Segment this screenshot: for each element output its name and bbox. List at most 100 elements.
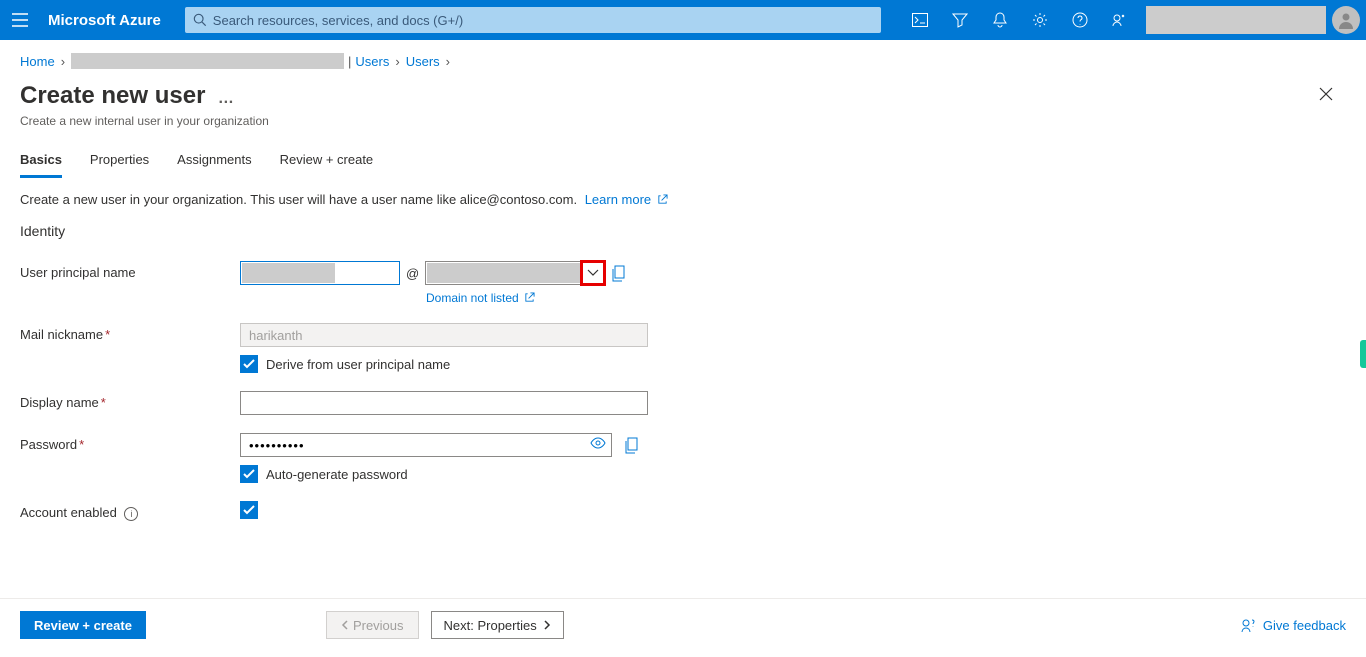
side-feedback-handle[interactable] — [1360, 340, 1366, 368]
feedback-icon — [1112, 12, 1128, 28]
external-link-icon — [524, 292, 535, 303]
bell-icon — [993, 12, 1007, 28]
label-account-enabled-text: Account enabled — [20, 505, 117, 520]
show-password-button[interactable] — [590, 437, 606, 449]
row-account-enabled: Account enabled i — [20, 501, 1346, 521]
page-header: Create new user … Create a new internal … — [0, 72, 1366, 134]
learn-more-label: Learn more — [585, 192, 651, 207]
check-icon — [243, 469, 255, 479]
avatar[interactable] — [1332, 6, 1360, 34]
label-mail-nickname: Mail nickname* — [20, 323, 240, 342]
domain-not-listed-link[interactable]: Domain not listed — [426, 291, 535, 305]
copy-icon — [611, 265, 626, 282]
autogen-password-label: Auto-generate password — [266, 467, 408, 482]
settings-button[interactable] — [1020, 0, 1060, 40]
chevron-right-icon: › — [446, 54, 450, 69]
row-password: Password* Auto-generate password — [20, 433, 1346, 483]
row-display-name: Display name* — [20, 391, 1346, 415]
learn-more-link[interactable]: Learn more — [585, 192, 668, 207]
breadcrumb-separator-bar: | — [348, 54, 351, 69]
autogen-password-checkbox[interactable] — [240, 465, 258, 483]
display-name-input[interactable] — [240, 391, 648, 415]
hamburger-icon — [12, 13, 28, 27]
page-title: Create new user — [20, 82, 205, 110]
brand-label[interactable]: Microsoft Azure — [40, 12, 185, 29]
tab-properties[interactable]: Properties — [90, 152, 149, 178]
directory-filter-button[interactable] — [940, 0, 980, 40]
account-placeholder[interactable] — [1146, 6, 1326, 34]
label-password: Password* — [20, 433, 240, 452]
help-icon — [1072, 12, 1088, 28]
filter-icon — [952, 12, 968, 28]
domain-dropdown-arrow[interactable] — [582, 262, 604, 284]
feedback-person-icon — [1241, 617, 1257, 633]
hamburger-menu[interactable] — [0, 0, 40, 40]
breadcrumb-users-1[interactable]: Users — [355, 54, 389, 69]
breadcrumb-tenant-redacted[interactable] — [71, 53, 344, 69]
give-feedback-link[interactable]: Give feedback — [1241, 617, 1346, 633]
search-input[interactable] — [213, 13, 873, 28]
tab-basics[interactable]: Basics — [20, 152, 62, 178]
at-symbol: @ — [406, 266, 419, 281]
search-icon — [193, 13, 207, 27]
next-properties-button[interactable]: Next: Properties — [431, 611, 564, 639]
breadcrumb: Home › | Users › Users › — [0, 40, 1366, 72]
derive-checkbox[interactable] — [240, 355, 258, 373]
top-icons — [900, 0, 1366, 40]
breadcrumb-users-2[interactable]: Users — [406, 54, 440, 69]
cloud-shell-button[interactable] — [900, 0, 940, 40]
check-icon — [243, 505, 255, 515]
description-text: Create a new user in your organization. … — [20, 192, 577, 207]
label-account-enabled: Account enabled i — [20, 501, 240, 521]
domain-value-redacted — [427, 263, 581, 283]
upn-local-value-redacted — [242, 263, 335, 283]
person-icon — [1337, 11, 1355, 29]
more-commands-button[interactable]: … — [218, 90, 236, 108]
eye-icon — [590, 437, 606, 449]
account-enabled-checkbox[interactable] — [240, 501, 258, 519]
review-create-button[interactable]: Review + create — [20, 611, 146, 639]
breadcrumb-home[interactable]: Home — [20, 54, 55, 69]
check-icon — [243, 359, 255, 369]
close-blade-button[interactable] — [1310, 78, 1342, 110]
upn-local-input[interactable] — [240, 261, 400, 285]
tab-review-create[interactable]: Review + create — [280, 152, 374, 178]
tab-assignments[interactable]: Assignments — [177, 152, 251, 178]
global-search[interactable] — [185, 7, 881, 33]
row-mail-nickname: Mail nickname* Derive from user principa… — [20, 323, 1346, 373]
label-display-name: Display name* — [20, 391, 240, 410]
give-feedback-label: Give feedback — [1263, 618, 1346, 633]
domain-dropdown[interactable] — [425, 261, 605, 285]
copy-password-button[interactable] — [624, 437, 639, 454]
label-password-text: Password — [20, 437, 77, 452]
content-area: Create a new user in your organization. … — [0, 178, 1366, 521]
chevron-left-icon — [341, 620, 349, 630]
top-bar: Microsoft Azure — [0, 0, 1366, 40]
derive-label: Derive from user principal name — [266, 357, 450, 372]
page-subtitle: Create a new internal user in your organ… — [20, 114, 1346, 128]
password-input[interactable] — [240, 433, 612, 457]
cloud-shell-icon — [912, 13, 928, 27]
notifications-button[interactable] — [980, 0, 1020, 40]
required-asterisk: * — [105, 327, 110, 342]
tabs: Basics Properties Assignments Review + c… — [0, 134, 1366, 178]
previous-button: Previous — [326, 611, 419, 639]
required-asterisk: * — [79, 437, 84, 452]
info-icon[interactable]: i — [124, 507, 138, 521]
copy-upn-button[interactable] — [611, 265, 626, 282]
external-link-icon — [657, 194, 668, 205]
description-row: Create a new user in your organization. … — [20, 192, 1346, 207]
domain-not-listed-label: Domain not listed — [426, 291, 519, 305]
mail-nickname-input — [240, 323, 648, 347]
section-identity: Identity — [20, 223, 1346, 239]
feedback-top-button[interactable] — [1100, 0, 1140, 40]
required-asterisk: * — [101, 395, 106, 410]
chevron-right-icon — [543, 620, 551, 630]
previous-label: Previous — [353, 618, 404, 633]
chevron-down-icon — [587, 269, 599, 277]
help-button[interactable] — [1060, 0, 1100, 40]
row-user-principal-name: User principal name @ Dom — [20, 261, 1346, 305]
footer-bar: Review + create Previous Next: Propertie… — [0, 598, 1366, 657]
label-mail-nickname-text: Mail nickname — [20, 327, 103, 342]
copy-icon — [624, 437, 639, 454]
